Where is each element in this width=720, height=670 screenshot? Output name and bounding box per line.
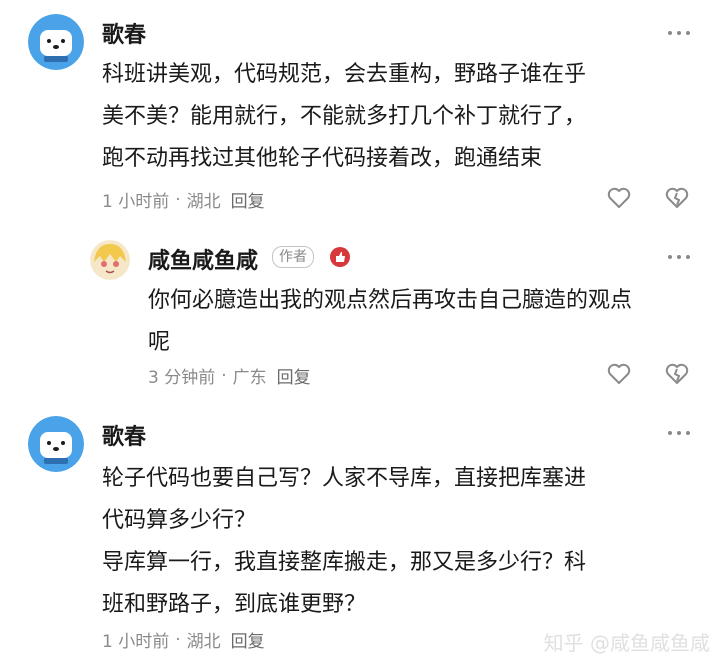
comment-line: 导库算一行，我直接整库搬走，那又是多少行？科 [102,550,587,575]
comment-meta: 1 小时前 · 湖北 回复 [102,627,265,653]
reply-button[interactable]: 回复 [231,627,265,652]
heart-icon[interactable] [606,361,632,387]
watermark: 知乎 @咸鱼咸鱼咸 [543,631,710,655]
comment-line: 班和野路子，到底谁更野？ [102,592,367,617]
separator: · [175,189,181,210]
comment-text: 你何必臆造出我的观点然后再攻击自己臆造的观点 呢 [148,280,632,364]
comment-time: 3 分钟前 [148,368,216,388]
comment-location: 湖北 [186,632,221,652]
comment-time: 1 小时前 [102,192,170,212]
author-tag: 作者 [272,246,314,268]
separator: · [221,365,227,386]
separator: · [175,629,181,650]
comment-location: 湖北 [186,192,221,212]
comment-line: 科班讲美观，代码规范，会去重构，野路子谁在乎 [102,62,587,87]
comment-meta: 1 小时前 · 湖北 回复 [102,187,265,213]
dog-avatar[interactable] [28,14,84,70]
reply-button[interactable]: 回复 [277,363,311,388]
author-badge-icon [330,247,350,267]
comment-line: 跑不动再找过其他轮子代码接着改，跑通结束 [102,146,543,171]
comment-line: 你何必臆造出我的观点然后再攻击自己臆造的观点 [148,288,633,313]
comment-line: 美不美？能用就行，不能就多打几个补丁就行了， [102,104,587,129]
more-icon[interactable] [668,254,690,260]
comment-time: 1 小时前 [102,632,170,652]
heart-icon[interactable] [606,185,632,211]
broken-heart-icon[interactable] [664,361,690,387]
comment-author[interactable]: 歌春 [102,419,146,451]
comment-author[interactable]: 歌春 [102,17,146,49]
comment-author[interactable]: 咸鱼咸鱼咸 [148,243,258,275]
anime-avatar[interactable] [90,240,130,280]
more-icon[interactable] [668,430,690,436]
broken-heart-icon[interactable] [664,185,690,211]
reply-button[interactable]: 回复 [231,187,265,212]
comment-line: 轮子代码也要自己写？人家不导库，直接把库塞进 [102,466,587,491]
comment-line: 呢 [148,330,171,355]
comment-text: 科班讲美观，代码规范，会去重构，野路子谁在乎 美不美？能用就行，不能就多打几个补… [102,54,586,180]
comment-text: 轮子代码也要自己写？人家不导库，直接把库塞进 代码算多少行？ 导库算一行，我直接… [102,458,586,626]
comment-location: 广东 [232,368,267,388]
comment-line: 代码算多少行？ [102,508,257,533]
comment-meta: 3 分钟前 · 广东 回复 [148,363,311,389]
dog-avatar[interactable] [28,416,84,472]
more-icon[interactable] [668,30,690,36]
